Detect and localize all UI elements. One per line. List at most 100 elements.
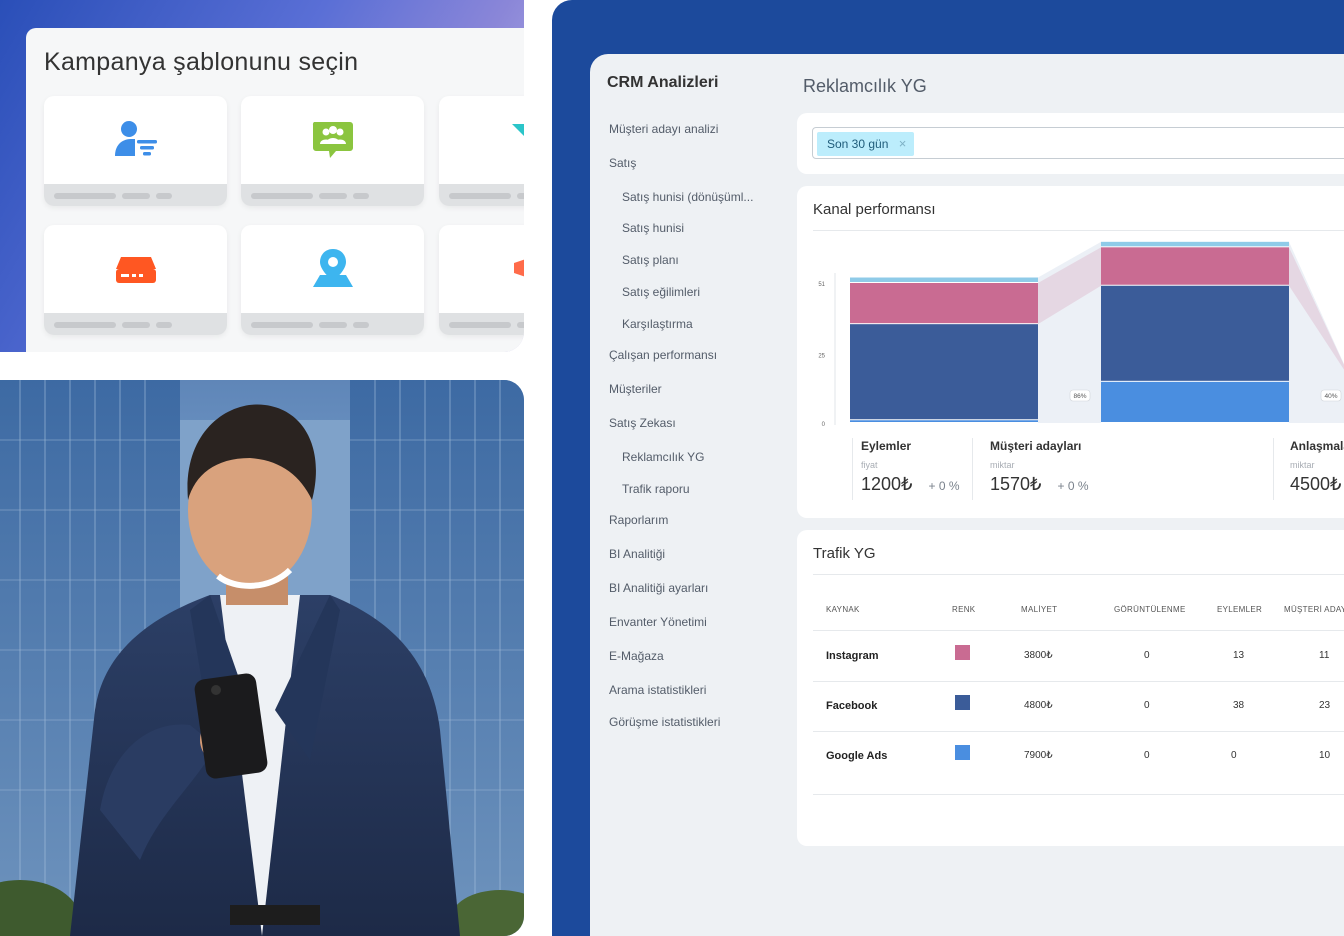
col-header-color[interactable]: RENK — [952, 605, 975, 614]
y-tick-label: 25 — [818, 353, 825, 359]
sidebar-item-bi-analytics[interactable]: BI Analitiği — [609, 547, 665, 561]
template-tile-location[interactable] — [241, 225, 424, 335]
sidebar-item-sales[interactable]: Satış — [609, 156, 636, 170]
bar-segment — [850, 324, 1038, 420]
col-header-cost[interactable]: MALİYET — [1021, 605, 1057, 614]
sidebar-item-sales-intelligence[interactable]: Satış Zekası — [609, 416, 676, 430]
template-tile-user-filter[interactable] — [44, 96, 227, 206]
traffic-title: Trafik YG — [813, 545, 876, 562]
table-cell-leads: 11 — [1319, 650, 1330, 661]
photo-illustration — [0, 380, 524, 936]
stat-deals: Anlaşmala miktar 4500₺ — [1290, 439, 1344, 495]
sidebar-item-meeting-stats[interactable]: Görüşme istatistikleri — [609, 715, 720, 729]
template-tile-funnel[interactable] — [439, 96, 524, 206]
tile-footer — [241, 184, 424, 206]
stat-change: + 0 % — [928, 479, 960, 493]
stat-value: 1570₺ — [990, 474, 1042, 494]
filter-chip[interactable]: Son 30 gün × — [817, 132, 915, 156]
stat-leads: Müşteri adayları miktar 1570₺ + 0 % — [990, 439, 1089, 495]
table-cell-source: Instagram — [826, 650, 879, 662]
tile-footer — [44, 313, 227, 335]
megaphone-icon — [513, 259, 524, 277]
sidebar-item-customers[interactable]: Müşteriler — [609, 382, 662, 396]
sidebar-item-inventory[interactable]: Envanter Yönetimi — [609, 615, 707, 629]
y-tick-label: 0 — [822, 422, 826, 428]
col-header-leads[interactable]: MÜŞTERİ ADAY — [1284, 605, 1344, 614]
stat-label: Müşteri adayları — [990, 439, 1082, 453]
stat-sub: miktar — [990, 460, 1015, 470]
tile-footer — [44, 184, 227, 206]
sidebar-item-bi-settings[interactable]: BI Analitiği ayarları — [609, 581, 708, 595]
stat-label: Anlaşmala — [1290, 439, 1344, 453]
table-cell-views: 0 — [1144, 650, 1150, 661]
divider — [852, 438, 853, 500]
color-swatch — [955, 695, 970, 710]
divider — [813, 731, 1344, 732]
template-card: Kampanya şablonunu seçin — [26, 28, 524, 352]
sidebar-item-sales-funnel[interactable]: Satış hunisi — [622, 221, 684, 235]
table-cell-cost: 7900₺ — [1024, 750, 1053, 761]
y-tick-label: 51 — [818, 282, 825, 288]
col-header-views[interactable]: GÖRÜNTÜLENME — [1114, 605, 1186, 614]
sidebar-item-advertising-roi[interactable]: Reklamcılık YG — [622, 450, 704, 464]
map-pin-icon — [312, 249, 353, 287]
table-cell-views: 0 — [1144, 750, 1150, 761]
stat-sub: fiyat — [861, 460, 878, 470]
col-header-source[interactable]: KAYNAK — [826, 605, 860, 614]
table-cell-views: 0 — [1144, 700, 1150, 711]
divider — [813, 630, 1344, 631]
table-cell-actions: 0 — [1231, 750, 1237, 761]
sidebar-item-sales-trends[interactable]: Satış eğilimleri — [622, 285, 700, 299]
table-cell-actions: 38 — [1233, 700, 1245, 711]
performance-chart: 0 25 51 86% 40% — [818, 241, 1344, 428]
bar-segment — [850, 420, 1038, 422]
chat-group-icon — [312, 122, 353, 158]
app-title: CRM Analizleri — [607, 74, 719, 91]
bar-segment — [850, 277, 1038, 282]
template-tile-chat[interactable] — [241, 96, 424, 206]
sidebar-item-call-stats[interactable]: Arama istatistikleri — [609, 683, 706, 697]
col-header-actions[interactable]: EYLEMLER — [1217, 605, 1262, 614]
divider — [813, 681, 1344, 682]
stat-value: 1200₺ — [861, 474, 913, 494]
color-swatch — [955, 745, 970, 760]
filter-input[interactable]: Son 30 gün × — [812, 127, 1344, 159]
divider — [813, 574, 1344, 575]
stat-value: 4500₺ — [1290, 474, 1342, 494]
stat-label: Eylemler — [861, 439, 912, 453]
sidebar-item-my-reports[interactable]: Raporlarım — [609, 513, 668, 527]
funnel-icon — [511, 124, 524, 137]
sidebar-item-comparison[interactable]: Karşılaştırma — [622, 317, 693, 331]
filter-bar: Son 30 gün × — [797, 113, 1344, 174]
template-panel: Kampanya şablonunu seçin — [0, 0, 524, 352]
table-cell-source: Facebook — [826, 700, 878, 712]
stat-actions: Eylemler fiyat 1200₺ + 0 % — [861, 439, 960, 495]
conversion-label: 86% — [1073, 393, 1086, 400]
template-tile-inbox[interactable] — [44, 225, 227, 335]
sidebar-item-employee-performance[interactable]: Çalışan performansı — [609, 348, 717, 362]
crm-sidebar: CRM Analizleri Müşteri adayı analizi Sat… — [590, 54, 790, 936]
sidebar-item-e-store[interactable]: E-Mağaza — [609, 649, 664, 663]
stat-sub: miktar — [1290, 460, 1315, 470]
sidebar-item-traffic-report[interactable]: Trafik raporu — [622, 482, 690, 496]
sidebar-item-sales-funnel-conversion[interactable]: Satış hunisi (dönüşüml... — [622, 190, 753, 204]
filter-chip-label: Son 30 gün — [827, 137, 889, 151]
inbox-tray-icon — [115, 257, 156, 283]
table-cell-source: Google Ads — [826, 750, 888, 762]
sidebar-item-lead-analysis[interactable]: Müşteri adayı analizi — [609, 122, 718, 136]
bar-segment — [850, 283, 1038, 324]
stat-change: + 0 % — [1057, 479, 1089, 493]
sidebar-item-sales-plan[interactable]: Satış planı — [622, 253, 679, 267]
user-filter-icon — [114, 121, 157, 156]
traffic-roi-card: Trafik YG KAYNAK RENK MALİYET GÖRÜNTÜLEN… — [797, 530, 1344, 846]
table-cell-cost: 3800₺ — [1024, 650, 1053, 661]
business-person-photo — [0, 380, 524, 936]
page-title: Reklamcılık YG — [803, 76, 927, 96]
channel-performance-card: Kanal performansı 0 25 51 86% 40% Eylemler f… — [797, 186, 1344, 518]
close-icon[interactable]: × — [899, 132, 907, 156]
template-tile-megaphone[interactable] — [439, 225, 524, 335]
template-title: Kampanya şablonunu seçin — [44, 48, 359, 76]
table-cell-cost: 4800₺ — [1024, 700, 1053, 711]
tile-footer — [439, 313, 524, 335]
divider — [972, 438, 973, 500]
